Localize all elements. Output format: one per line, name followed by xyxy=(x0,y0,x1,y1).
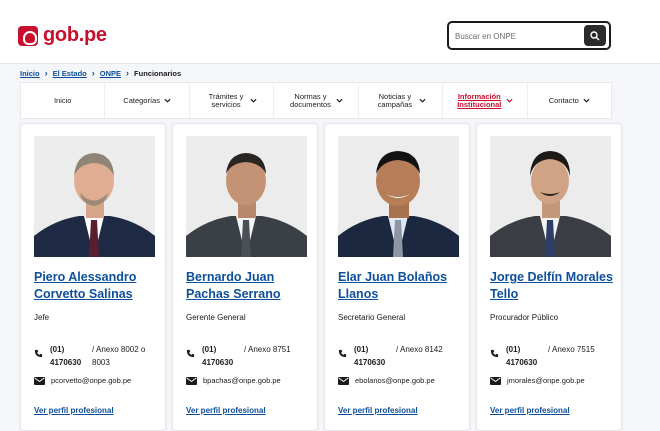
chevron-right-icon: › xyxy=(91,68,95,78)
logo-text: gob.pe xyxy=(43,24,107,46)
official-name-link[interactable]: Elar Juan Bolaños Llanos xyxy=(338,269,470,303)
phone-extension: / Anexo 8142 xyxy=(396,345,443,354)
mail-icon xyxy=(34,377,45,385)
site-header: gob.pe xyxy=(0,0,660,64)
chevron-down-icon xyxy=(419,98,426,103)
official-card: Elar Juan Bolaños Llanos Secretario Gene… xyxy=(324,123,470,431)
nav-item-contacto[interactable]: Contacto xyxy=(528,83,611,118)
phone-row: (01) 4170630 / Anexo 8751 xyxy=(186,343,314,369)
official-photo xyxy=(186,136,307,257)
chevron-right-icon: › xyxy=(126,68,130,78)
official-photo xyxy=(490,136,611,257)
official-photo xyxy=(34,136,155,257)
nav-item-categorias[interactable]: Categorías xyxy=(105,83,190,118)
email-row: pcorvetto@onpe.gob.pe xyxy=(34,376,164,388)
phone-icon xyxy=(186,349,195,358)
official-card: Bernardo Juan Pachas Serrano Gerente Gen… xyxy=(172,123,318,431)
official-photo xyxy=(338,136,459,257)
view-profile-link[interactable]: Ver perfil profesional xyxy=(34,406,114,415)
gob-pe-logo[interactable]: gob.pe xyxy=(18,24,107,47)
nav-item-label: Categorías xyxy=(123,95,160,105)
nav-item-inicio[interactable]: Inicio xyxy=(21,83,106,118)
search-box xyxy=(447,21,611,50)
nav-item-label: Trámites y servicios xyxy=(208,91,244,109)
breadcrumb: Inicio › El Estado › ONPE › Funcionarios xyxy=(20,68,181,78)
nav-item-noticias[interactable]: Noticias y campañas xyxy=(359,83,444,118)
mail-icon xyxy=(186,377,197,385)
chevron-down-icon xyxy=(583,98,590,103)
nav-item-label: Inicio xyxy=(53,95,72,105)
search-icon xyxy=(590,30,600,40)
main-navigation: Inicio Categorías Trámites y servicios N… xyxy=(20,82,612,119)
email-address: jmorales@onpe.gob.pe xyxy=(507,376,585,385)
chevron-down-icon xyxy=(506,98,513,103)
email-row: ebolanos@onpe.gob.pe xyxy=(338,376,468,388)
email-address: ebolanos@onpe.gob.pe xyxy=(355,376,435,385)
phone-row: (01) 4170630 / Anexo 8002 o 8003 xyxy=(34,343,162,369)
phone-extension: / Anexo 7515 xyxy=(548,345,595,354)
official-name-link[interactable]: Jorge Delfín Morales Tello xyxy=(490,269,622,303)
search-button[interactable] xyxy=(584,25,606,46)
phone-icon xyxy=(34,349,43,358)
peru-shield-icon xyxy=(18,25,38,46)
portrait-image xyxy=(490,136,611,257)
chevron-down-icon xyxy=(250,98,257,103)
official-role: Procurador Público xyxy=(490,313,559,322)
email-row: jmorales@onpe.gob.pe xyxy=(490,376,620,388)
chevron-down-icon xyxy=(164,98,171,103)
portrait-image xyxy=(338,136,459,257)
mail-icon xyxy=(338,377,349,385)
phone-number: (01) 4170630 xyxy=(50,345,82,367)
breadcrumb-el-estado[interactable]: El Estado xyxy=(53,69,87,78)
portrait-image xyxy=(186,136,307,257)
official-role: Jefe xyxy=(34,313,50,322)
official-name-link[interactable]: Bernardo Juan Pachas Serrano xyxy=(186,269,318,303)
breadcrumb-inicio[interactable]: Inicio xyxy=(20,69,40,78)
email-row: bpachas@onpe.gob.pe xyxy=(186,376,316,388)
phone-icon xyxy=(338,349,347,358)
nav-item-tramites[interactable]: Trámites y servicios xyxy=(190,83,275,118)
nav-item-informacion-institucional[interactable]: Información Institucional xyxy=(443,83,528,118)
view-profile-link[interactable]: Ver perfil profesional xyxy=(490,406,570,415)
search-input[interactable] xyxy=(455,28,581,44)
official-name-link[interactable]: Piero Alessandro Corvetto Salinas xyxy=(34,269,166,303)
breadcrumb-onpe[interactable]: ONPE xyxy=(100,69,121,78)
phone-number: (01) 4170630 xyxy=(354,345,386,367)
phone-row: (01) 4170630 / Anexo 8142 xyxy=(338,343,466,369)
officials-grid: Piero Alessandro Corvetto Salinas Jefe (… xyxy=(20,123,624,431)
chevron-right-icon: › xyxy=(44,68,48,78)
nav-item-label: Noticias y campañas xyxy=(377,91,413,109)
email-address: bpachas@onpe.gob.pe xyxy=(203,376,281,385)
official-card: Jorge Delfín Morales Tello Procurador Pú… xyxy=(476,123,622,431)
official-role: Secretario General xyxy=(338,313,406,322)
phone-number: (01) 4170630 xyxy=(506,345,538,367)
official-role: Gerente General xyxy=(186,313,246,322)
nav-item-label: Información Institucional xyxy=(457,91,502,109)
phone-row: (01) 4170630 / Anexo 7515 xyxy=(490,343,618,369)
breadcrumb-current: Funcionarios xyxy=(134,68,182,78)
phone-extension: / Anexo 8751 xyxy=(244,345,291,354)
phone-extension: / Anexo 8002 o 8003 xyxy=(92,345,146,367)
email-address: pcorvetto@onpe.gob.pe xyxy=(51,376,132,385)
nav-item-label: Normas y documentos xyxy=(290,91,331,109)
phone-number: (01) 4170630 xyxy=(202,345,234,367)
phone-icon xyxy=(490,349,499,358)
nav-item-normas[interactable]: Normas y documentos xyxy=(274,83,359,118)
chevron-down-icon xyxy=(336,98,343,103)
official-card: Piero Alessandro Corvetto Salinas Jefe (… xyxy=(20,123,166,431)
portrait-image xyxy=(34,136,155,257)
view-profile-link[interactable]: Ver perfil profesional xyxy=(186,406,266,415)
view-profile-link[interactable]: Ver perfil profesional xyxy=(338,406,418,415)
nav-item-label: Contacto xyxy=(548,95,579,105)
mail-icon xyxy=(490,377,501,385)
